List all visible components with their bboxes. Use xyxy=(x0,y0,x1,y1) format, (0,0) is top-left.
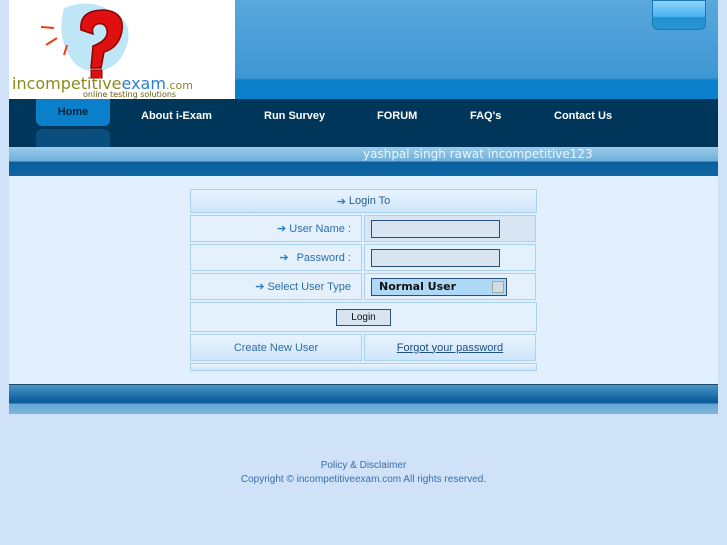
page-container: incompetitiveexam.com online testing sol… xyxy=(9,0,718,414)
form-footer xyxy=(190,363,537,371)
arrow-right-icon: ➔ xyxy=(255,281,265,293)
username-input[interactable] xyxy=(371,219,500,238)
usertype-value: Normal User xyxy=(379,279,457,293)
copyright: Copyright © incompetitiveexam.com All ri… xyxy=(240,474,487,485)
policy-link[interactable]: Policy & Disclaimer xyxy=(0,459,727,473)
login-title: ➔ Login To xyxy=(190,189,537,213)
header: incompetitiveexam.com online testing sol… xyxy=(9,0,718,99)
svg-text:online testing solutions: online testing solutions xyxy=(83,90,176,99)
username-label-text: User Name : xyxy=(289,222,351,235)
content: ➔ Login To ➔ User Name : ➔ Password : ➔ Sele… xyxy=(9,176,718,385)
nav-forum[interactable]: FORUM xyxy=(377,110,417,122)
usertype-label-text: Select User Type xyxy=(267,280,351,293)
nav-contact[interactable]: Contact Us xyxy=(554,110,612,122)
nav-home[interactable]: Home xyxy=(36,99,110,126)
login-form: ➔ Login To ➔ User Name : ➔ Password : ➔ Sele… xyxy=(190,189,537,373)
nav-run-survey[interactable]: Run Survey xyxy=(264,110,325,122)
forgot-password-link[interactable]: Forgot your password xyxy=(397,342,503,354)
main-nav: Home About i-Exam Run Survey FORUM FAQ's… xyxy=(9,99,718,147)
password-label: ➔ Password : xyxy=(190,244,362,271)
create-user-link[interactable]: Create New User xyxy=(190,334,362,361)
arrow-right-icon: ➔ xyxy=(277,223,287,235)
usertype-label: ➔ Select User Type xyxy=(190,273,362,300)
arrow-right-icon: ➔ xyxy=(336,195,346,208)
nav-faqs[interactable]: FAQ's xyxy=(470,110,501,122)
usertype-select[interactable]: Normal User xyxy=(371,277,507,296)
nav-about[interactable]: About i-Exam xyxy=(141,110,212,122)
site-logo[interactable]: incompetitiveexam.com online testing sol… xyxy=(9,0,235,99)
password-label-text: Password : xyxy=(296,251,351,264)
login-title-text: Login To xyxy=(348,195,391,207)
username-label: ➔ User Name : xyxy=(190,215,362,242)
login-button[interactable]: Login xyxy=(336,308,391,326)
home-tab-reflection xyxy=(36,129,110,147)
header-corner-button[interactable] xyxy=(652,0,706,30)
footer: Policy & Disclaimer Copyright © incompet… xyxy=(0,459,727,487)
arrow-right-icon: ➔ xyxy=(279,252,289,264)
footer-bar xyxy=(9,385,718,414)
chevron-down-icon[interactable] xyxy=(492,280,504,293)
logged-in-user: yashpal singh rawat incompetitive123 xyxy=(363,147,593,161)
user-bar: yashpal singh rawat incompetitive123 xyxy=(9,147,718,176)
password-input[interactable] xyxy=(371,248,500,267)
